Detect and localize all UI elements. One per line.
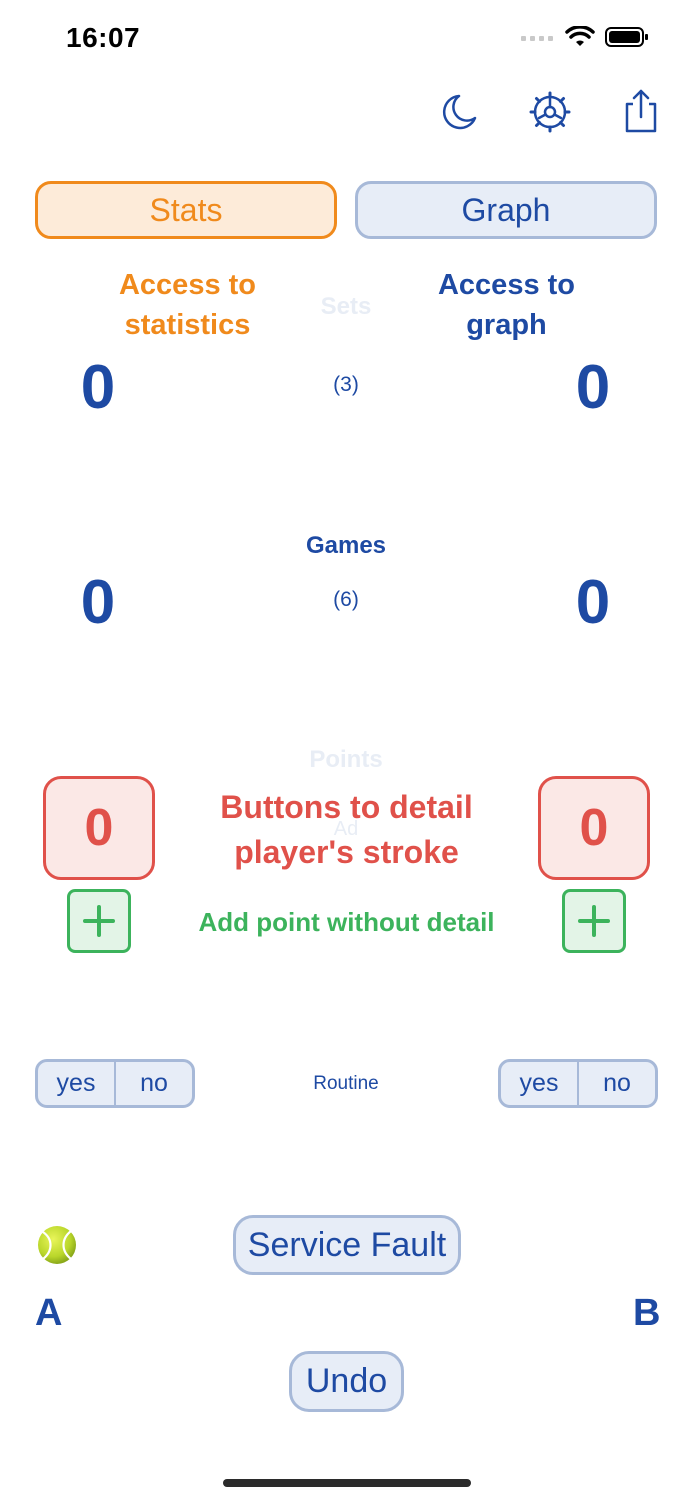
routine-label: Routine xyxy=(313,1073,379,1094)
graph-callout-line1: Access to xyxy=(437,269,575,301)
point-button-a[interactable]: 0 xyxy=(43,776,155,880)
plus-icon xyxy=(83,905,115,937)
sets-best-of: (3) xyxy=(333,373,359,396)
point-button-b[interactable]: 0 xyxy=(538,776,650,880)
gear-icon[interactable] xyxy=(528,90,572,134)
tab-graph[interactable]: Graph xyxy=(355,181,657,239)
stroke-callout-line2: player's stroke xyxy=(234,834,459,870)
plus-icon xyxy=(578,905,610,937)
add-point-button-a[interactable] xyxy=(67,889,131,953)
status-time: 16:07 xyxy=(66,22,141,53)
games-label: Games xyxy=(305,532,387,559)
add-point-callout: Add point without detail xyxy=(198,907,495,937)
stroke-callout-line1: Buttons to detail xyxy=(220,789,473,825)
player-a-label: A xyxy=(35,1292,63,1334)
stats-callout: Access to statistics xyxy=(85,265,290,345)
stats-callout-line2: statistics xyxy=(124,309,251,341)
routine-toggle-b[interactable]: yes no xyxy=(498,1059,658,1108)
wifi-icon xyxy=(565,26,595,46)
service-fault-button[interactable]: Service Fault xyxy=(233,1215,461,1275)
add-point-button-b[interactable] xyxy=(562,889,626,953)
share-icon[interactable] xyxy=(619,88,663,133)
sets-score-b: 0 xyxy=(575,353,611,422)
graph-callout-line2: graph xyxy=(466,309,547,341)
stroke-callout: Buttons to detail player's stroke xyxy=(176,785,517,875)
tennis-ball-icon xyxy=(37,1225,77,1265)
status-icons xyxy=(521,26,649,48)
games-score-a: 0 xyxy=(80,568,116,637)
tab-stats[interactable]: Stats xyxy=(35,181,337,239)
home-indicator[interactable] xyxy=(223,1479,471,1487)
sets-label: Sets xyxy=(320,293,372,320)
routine-yes-b[interactable]: yes xyxy=(501,1062,577,1105)
undo-button[interactable]: Undo xyxy=(289,1351,404,1412)
player-b-label: B xyxy=(633,1292,661,1334)
moon-icon[interactable] xyxy=(437,90,481,134)
games-target: (6) xyxy=(333,588,359,611)
battery-icon xyxy=(605,27,648,47)
points-label: Points xyxy=(309,746,383,773)
routine-toggle-a[interactable]: yes no xyxy=(35,1059,195,1108)
graph-callout: Access to graph xyxy=(404,265,609,345)
stats-callout-line1: Access to xyxy=(118,269,256,301)
games-score-b: 0 xyxy=(575,568,611,637)
routine-yes-a[interactable]: yes xyxy=(38,1062,114,1105)
signal-icon xyxy=(521,36,553,41)
routine-no-a[interactable]: no xyxy=(114,1062,192,1105)
sets-score-a: 0 xyxy=(80,353,116,422)
routine-no-b[interactable]: no xyxy=(577,1062,655,1105)
